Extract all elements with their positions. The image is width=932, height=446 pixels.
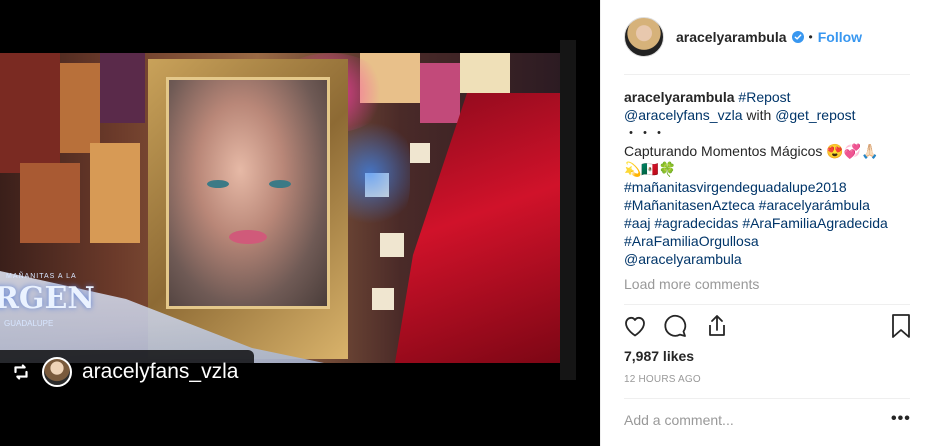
hashtag-link[interactable]: #AraFamiliaOrgullosa <box>624 233 759 249</box>
tv-screen-photo: MAÑANITAS A LA RGEN GUADALUPE <box>0 53 572 363</box>
hashtag-link[interactable]: #AraFamiliaAgradecida <box>742 215 888 231</box>
repost-watermark: aracelyfans_vzla <box>0 350 255 394</box>
hashtag-link[interactable]: #aaj <box>624 215 650 231</box>
tv-logo-bottom-text: GUADALUPE <box>4 319 54 328</box>
action-bar <box>621 312 915 342</box>
post-timestamp[interactable]: 12 HOURS AGO <box>624 374 701 385</box>
tv-show-logo: MAÑANITAS A LA RGEN GUADALUPE <box>0 271 100 331</box>
comment-icon[interactable] <box>661 312 689 340</box>
header-username[interactable]: aracelyarambula <box>676 29 787 45</box>
post-media[interactable]: MAÑANITAS A LA RGEN GUADALUPE aracelyfan… <box>0 0 600 446</box>
hashtag-link[interactable]: #mañanitasvirgendeguadalupe2018 <box>624 179 847 195</box>
caption-dots: ・・・ <box>624 125 666 141</box>
caption-username[interactable]: aracelyarambula <box>624 89 735 105</box>
likes-count[interactable]: 7,987 likes <box>624 348 694 364</box>
avatar[interactable] <box>624 17 664 57</box>
hashtag-link[interactable]: #MañanitasenAzteca <box>624 197 755 213</box>
post-sidebar: aracelyarambula • Follow aracelyarambula… <box>600 0 932 446</box>
verified-badge-icon <box>791 31 804 43</box>
repost-avatar <box>42 357 72 387</box>
tv-logo-small-text: MAÑANITAS A LA <box>6 273 77 280</box>
tv-bezel <box>560 40 576 380</box>
portrait-frame <box>148 59 348 359</box>
tv-logo-big-text: RGEN <box>0 281 95 316</box>
mention-link[interactable]: @aracelyarambula <box>624 251 742 267</box>
repost-icon <box>14 364 28 380</box>
separator-dot: • <box>808 30 813 44</box>
header-divider <box>624 74 910 75</box>
comments-divider <box>624 304 910 305</box>
comment-input[interactable]: Add a comment... <box>624 412 734 428</box>
bookmark-icon[interactable] <box>887 312 915 340</box>
caption-emojis: 💫🇲🇽🍀 <box>624 161 677 177</box>
hashtag-link[interactable]: #agradecidas <box>654 215 738 231</box>
follow-button[interactable]: Follow <box>818 29 862 45</box>
share-icon[interactable] <box>703 312 731 340</box>
mention-link[interactable]: @aracelyfans_vzla <box>624 107 743 123</box>
repost-username: aracelyfans_vzla <box>82 360 239 383</box>
post-caption: aracelyarambula #Repost @aracelyfans_vzl… <box>624 88 914 268</box>
mention-link[interactable]: @get_repost <box>775 107 855 123</box>
caption-with-text: with <box>746 107 772 123</box>
footer-divider <box>624 398 910 399</box>
more-options-button[interactable]: ••• <box>891 410 911 428</box>
hashtag-link[interactable]: #aracelyarámbula <box>759 197 870 213</box>
post-header: aracelyarambula • Follow <box>601 0 932 74</box>
caption-text: Capturando Momentos Mágicos 😍💞🙏🏻 <box>624 143 879 159</box>
hashtag-link[interactable]: #Repost <box>738 89 790 105</box>
load-more-comments-button[interactable]: Load more comments <box>624 276 759 292</box>
heart-icon[interactable] <box>621 312 649 340</box>
